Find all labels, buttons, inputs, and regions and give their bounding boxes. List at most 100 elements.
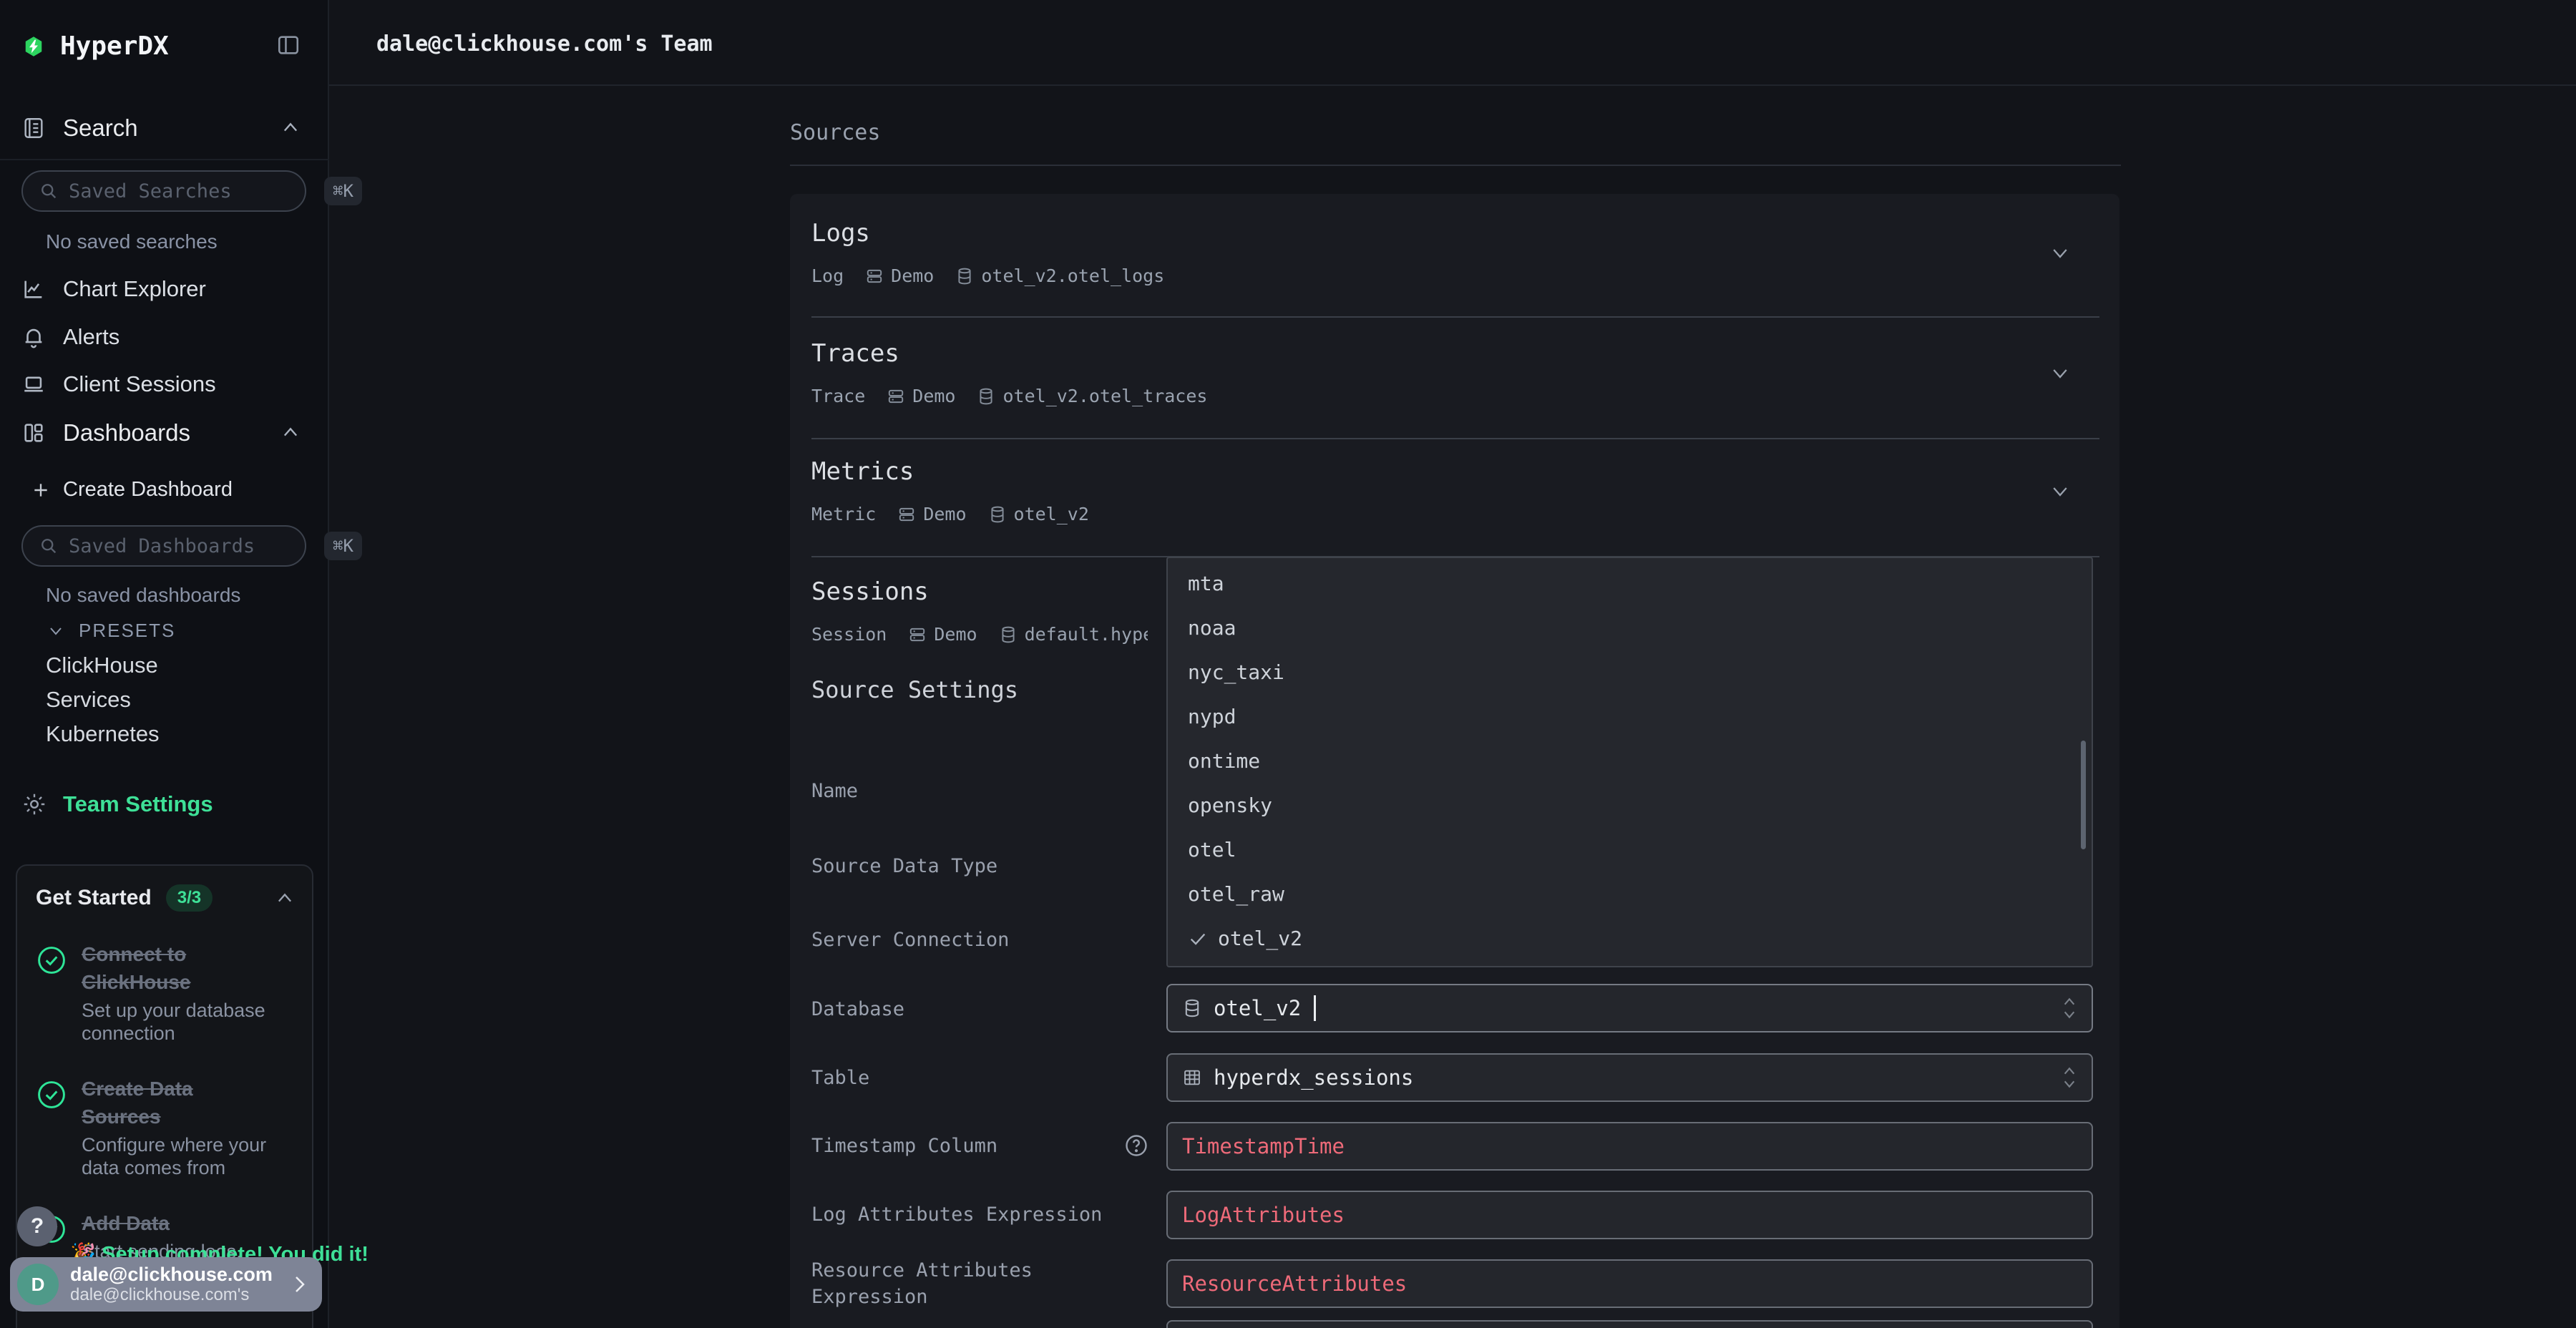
database-value: otel_v2 (1214, 996, 1301, 1020)
app-logo[interactable]: HyperDX (23, 31, 169, 61)
user-menu[interactable]: D dale@clickhouse.com dale@clickhouse.co… (10, 1257, 322, 1312)
database-icon (977, 387, 995, 406)
text-caret (1314, 995, 1316, 1021)
timestamp-column-value: TimestampTime (1182, 1134, 1345, 1158)
dashboard-grid-icon (21, 421, 46, 445)
gear-icon (21, 791, 47, 817)
source-connection: Demo (912, 386, 955, 406)
resource-attributes-input[interactable]: ResourceAttributes (1166, 1259, 2093, 1308)
server-icon (908, 625, 927, 644)
resource-attributes-label: Resource Attributes Expression (811, 1257, 1126, 1310)
source-table: default.hyperdx_s (1025, 624, 1148, 645)
database-icon (955, 267, 974, 285)
app-name: HyperDX (60, 31, 169, 61)
log-attributes-input[interactable]: LogAttributes (1166, 1191, 2093, 1239)
chevron-down-icon[interactable] (2049, 482, 2071, 501)
no-saved-searches-text: No saved searches (46, 230, 218, 253)
create-dashboard-button[interactable]: Create Dashboard (31, 478, 233, 502)
table-select[interactable]: hyperdx_sessions (1166, 1053, 2093, 1102)
presets-label: PRESETS (79, 620, 175, 642)
divider (811, 438, 2099, 439)
saved-searches-input[interactable] (69, 180, 314, 202)
page-header: dale@clickhouse.com's Team (329, 0, 2576, 86)
get-started-item-connect[interactable]: Connect to ClickHouse Set up your databa… (36, 940, 295, 1045)
shortcut-badge: ⌘K (324, 532, 362, 560)
journal-icon (21, 116, 46, 140)
get-started-item-subtitle: Configure where your data comes from (82, 1133, 276, 1179)
source-type: Metric (811, 504, 876, 524)
bell-icon (21, 325, 46, 349)
get-started-title: Get Started (36, 886, 152, 910)
dropdown-option-nypd[interactable]: nypd (1168, 695, 2092, 739)
database-icon (999, 625, 1018, 644)
no-saved-dashboards-text: No saved dashboards (46, 584, 240, 607)
source-traces-meta: Trace Demo otel_v2.otel_traces (811, 386, 1207, 406)
next-input-partial[interactable] (1166, 1320, 2093, 1328)
page-title: dale@clickhouse.com's Team (376, 31, 713, 57)
dropdown-option-otel-v2-selected[interactable]: otel_v2 (1168, 917, 2092, 961)
source-metrics-title: Metrics (811, 457, 914, 486)
server-icon (865, 267, 884, 285)
team-settings-link[interactable]: Team Settings (21, 791, 213, 817)
chevron-down-icon (47, 624, 64, 638)
dropdown-option-opensky[interactable]: opensky (1168, 783, 2092, 828)
dropdown-option-mta[interactable]: mta (1168, 562, 2092, 606)
divider (0, 159, 329, 160)
divider (790, 165, 2121, 166)
source-type: Log (811, 265, 844, 286)
dropdown-option-ontime[interactable]: ontime (1168, 739, 2092, 783)
team-settings-label: Team Settings (63, 791, 213, 817)
sidebar-item-label: Alerts (63, 324, 119, 350)
chevron-right-icon (291, 1274, 309, 1295)
sidebar-section-search[interactable]: Search (21, 114, 138, 142)
chevron-up-icon[interactable] (275, 889, 295, 907)
help-circle-icon[interactable] (1123, 1133, 1149, 1158)
sidebar-item-alerts[interactable]: Alerts (21, 324, 119, 350)
dropdown-option-noaa[interactable]: noaa (1168, 606, 2092, 650)
sidebar-section-search-label: Search (63, 114, 138, 142)
sidebar-item-chart-explorer[interactable]: Chart Explorer (21, 276, 206, 302)
saved-searches-search[interactable]: ⌘K (21, 170, 306, 212)
sidebar-item-label: Chart Explorer (63, 276, 206, 302)
source-sessions-meta: Session Demo default.hyperdx_s (811, 624, 1148, 645)
timestamp-column-label: Timestamp Column (811, 1133, 1126, 1159)
timestamp-column-input[interactable]: TimestampTime (1166, 1122, 2093, 1171)
source-table: otel_v2 (1014, 504, 1089, 524)
sidebar-collapse-icon[interactable] (276, 33, 301, 57)
saved-dashboards-search[interactable]: ⌘K (21, 525, 306, 567)
sidebar: HyperDX Search ⌘K No saved searches Char… (0, 0, 329, 1328)
database-select[interactable]: otel_v2 (1166, 984, 2093, 1032)
preset-services[interactable]: Services (46, 687, 131, 713)
main-area: dale@clickhouse.com's Team Sources Logs … (329, 0, 2576, 1328)
dropdown-scrollbar[interactable] (2081, 741, 2086, 849)
help-button[interactable]: ? (17, 1206, 57, 1246)
chevron-down-icon[interactable] (2049, 364, 2071, 383)
presets-toggle[interactable]: PRESETS (47, 620, 175, 642)
saved-dashboards-input[interactable] (69, 535, 314, 557)
dropdown-option-otel-raw[interactable]: otel_raw (1168, 872, 2092, 917)
avatar: D (17, 1264, 59, 1305)
get-started-item-title: Create Data Sources (82, 1075, 276, 1131)
database-icon (1182, 998, 1202, 1018)
search-icon (39, 181, 59, 201)
hyperdx-logo-icon (23, 35, 44, 58)
get-started-item-subtitle: Set up your database connection (82, 999, 276, 1045)
log-attributes-label: Log Attributes Expression (811, 1201, 1126, 1228)
source-logs-meta: Log Demo otel_v2.otel_logs (811, 265, 1164, 286)
chevron-up-icon[interactable] (280, 119, 301, 136)
get-started-item-sources[interactable]: Create Data Sources Configure where your… (36, 1075, 295, 1179)
chevron-up-icon[interactable] (280, 424, 301, 441)
check-icon (1188, 929, 1208, 949)
select-updown-icon (2062, 1065, 2077, 1090)
sidebar-item-client-sessions[interactable]: Client Sessions (21, 371, 216, 397)
log-attributes-value: LogAttributes (1182, 1203, 1345, 1227)
preset-kubernetes[interactable]: Kubernetes (46, 721, 160, 747)
preset-clickhouse[interactable]: ClickHouse (46, 653, 158, 678)
database-dropdown: mta noaa nyc_taxi nypd ontime opensky ot… (1166, 557, 2093, 967)
dropdown-option-otel[interactable]: otel (1168, 828, 2092, 872)
sidebar-section-dashboards[interactable]: Dashboards (21, 419, 190, 446)
chevron-down-icon[interactable] (2049, 244, 2071, 263)
plus-icon (31, 481, 50, 499)
server-icon (897, 505, 916, 524)
dropdown-option-nyc-taxi[interactable]: nyc_taxi (1168, 650, 2092, 695)
